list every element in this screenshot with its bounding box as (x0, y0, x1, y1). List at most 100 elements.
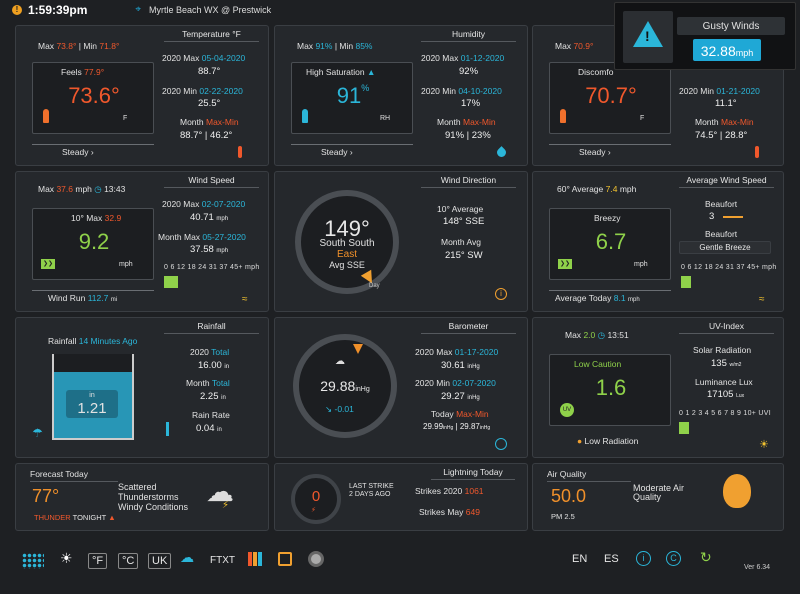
thunderstorm-icon: ☁ (206, 476, 234, 507)
wind-run-unit: mi (110, 297, 118, 303)
rain-rate-unit: in (217, 427, 222, 433)
baro-value: 29.88 (320, 378, 356, 394)
solar-unit: w/m2 (729, 362, 742, 368)
temperature-tile[interactable]: Max 73.8° | Min 71.8° Temperature °F Fee… (15, 25, 269, 166)
status-dot-icon: ● (577, 436, 583, 446)
wind-ymax-label: 2020 Max (162, 199, 200, 209)
gauge-icon[interactable] (495, 438, 507, 450)
sun-icon[interactable]: ☀ (60, 550, 73, 567)
wind-month-unit: mph (216, 248, 229, 254)
rain-rate-label: Rain Rate (192, 410, 230, 420)
solar-label: Solar Radiation (693, 345, 752, 355)
air-quality-desc2: Quality (633, 492, 662, 502)
beaufort-label: Beaufort (705, 199, 738, 209)
wind-avg-label: 10° Max (71, 213, 103, 223)
uv-badge: UV (560, 403, 574, 417)
barometer-tile[interactable]: Barometer ☁ 29.88inHg ↘ -0.01 2020 Max 0… (274, 317, 528, 458)
humidity-trend[interactable]: Steady › (321, 147, 353, 157)
temp-value: 73.6° (68, 83, 120, 108)
humidity-unit: RH (380, 115, 391, 122)
language-en-button[interactable]: EN (572, 553, 587, 565)
avgwind-scale: 0 6 12 18 24 31 37 45+ mph (681, 264, 777, 271)
temp-ymax-date: 05-04-2020 (201, 53, 246, 63)
air-quality-tile[interactable]: Air Quality 50.0 PM 2.5 Moderate Air Qua… (532, 463, 784, 531)
rain-month-total-label: Total (211, 378, 230, 388)
humidity-value: 91 (336, 83, 362, 108)
humidity-display: High Saturation ▲ 91% RH (291, 62, 413, 134)
wind-month-value: 37.58 (190, 244, 214, 255)
dew-ymin-label: 2020 Min (679, 86, 714, 96)
uv-index-tile[interactable]: Max 2.0 ◷ 13:51 UV-Index Low Caution 1.6… (532, 317, 784, 458)
rainfall-tile[interactable]: Rainfall Rainfall 14 Minutes Ago in 1.21… (15, 317, 269, 458)
version-label: Ver 6.34 (744, 564, 771, 571)
umbrella-icon: ☂ (32, 426, 43, 440)
lightning-count: 0 (311, 488, 321, 505)
hum-ymax-value: 92% (459, 66, 479, 77)
tile-title: Rainfall (164, 321, 259, 334)
feels-value: 77.9° (84, 67, 105, 77)
lightning-bolt-icon: ⚡ (311, 507, 316, 514)
strikes-year-value: 1061 (464, 486, 484, 496)
air-quality-value: 50.0 (551, 486, 587, 506)
forecast-warning-2: TONIGHT (72, 513, 107, 522)
tile-title: Humidity (421, 29, 516, 42)
rain-month-unit: in (221, 395, 226, 401)
alert-popup[interactable]: ! Gusty Winds 32.88mph (614, 2, 796, 70)
humidity-tile[interactable]: Max 91% | Min 85% Humidity High Saturati… (274, 25, 528, 166)
copyright-icon[interactable]: C (666, 551, 681, 566)
air-quality-title: Air Quality (547, 469, 631, 482)
info-icon[interactable]: i (636, 551, 651, 566)
beaufort-description: Gentle Breeze (679, 241, 771, 254)
lightning-tile[interactable]: Lightning Today 0 ⚡ LAST STRIKE 2 DAYS A… (274, 463, 528, 531)
language-es-button[interactable]: ES (604, 553, 619, 565)
rain-year-label: 2020 (190, 347, 209, 357)
wind-scale-bar (164, 276, 178, 288)
direction-badge: Day (369, 283, 380, 289)
temp-ymin-label: 2020 Min (162, 86, 197, 96)
info-icon[interactable]: i (495, 288, 507, 300)
weather-dashboard: ! 1:59:39pm ⌖ Myrtle Beach WX @ Prestwic… (0, 0, 800, 594)
dew-max: 70.9° (573, 41, 594, 51)
uk-units-button[interactable]: UK (148, 553, 172, 569)
tile-title: Average Wind Speed (679, 175, 774, 188)
direction-avg-value: 148° SSE (443, 216, 485, 227)
wind-direction-tile[interactable]: Wind Direction Day 149° South South East… (274, 171, 528, 312)
wind-speed-tile[interactable]: Max 37.6 mph ◷ 13:43 Wind Speed 10° Max … (15, 171, 269, 312)
dew-month-label: Month (695, 117, 719, 127)
temp-min: 71.8° (99, 41, 120, 51)
dewpoint-trend[interactable]: Steady › (579, 147, 611, 157)
rain-month-label: Month (186, 378, 210, 388)
rain-month-value: 2.25 (200, 391, 219, 402)
humidity-status: High Saturation (306, 67, 365, 77)
hum-min-label: Min (339, 41, 354, 51)
current-time: 1:59:39pm (28, 2, 88, 17)
forecast-text-button[interactable]: FTXT (210, 555, 235, 566)
person-icon (43, 109, 49, 123)
celsius-button[interactable]: °C (118, 553, 139, 569)
fahrenheit-button[interactable]: °F (88, 553, 108, 569)
uv-max: 2.0 (583, 330, 596, 340)
dewpoint-value: 70.7° (585, 83, 637, 108)
cloud-icon[interactable]: ☁ (180, 549, 194, 566)
tile-title: Lightning Today (431, 467, 515, 480)
forecast-tile[interactable]: Forecast Today 77° Scattered Thunderstor… (15, 463, 269, 531)
refresh-icon[interactable]: ↻ (700, 549, 712, 566)
avgwind-scale-bar (681, 276, 691, 288)
lux-label: Luminance Lux (695, 377, 753, 387)
wind-scale: 0 6 12 18 24 31 37 45+ mph (164, 264, 260, 271)
dew-month-values: 74.5° | 28.8° (695, 130, 748, 141)
grid-menu-icon[interactable] (22, 553, 44, 569)
temp-trend[interactable]: Steady › (62, 147, 94, 157)
avgwind-status: Breezy (594, 213, 621, 223)
calendar-icon[interactable] (278, 552, 292, 566)
wind-waves-icon: ≈ (759, 294, 765, 305)
rain-ago-value: 14 Minutes Ago (78, 336, 138, 346)
uv-value: 1.6 (595, 375, 627, 400)
humidity-trend-label: Steady (321, 147, 348, 157)
average-wind-tile[interactable]: 60° Average 7.4 mph Average Wind Speed B… (532, 171, 784, 312)
dew-ymin-value: 11.1° (715, 98, 737, 109)
chart-icon[interactable] (248, 552, 262, 566)
baro-today-max: 29.99 (423, 422, 444, 431)
webcam-icon[interactable] (308, 551, 324, 567)
rain-ago-label: Rainfall (48, 336, 77, 346)
